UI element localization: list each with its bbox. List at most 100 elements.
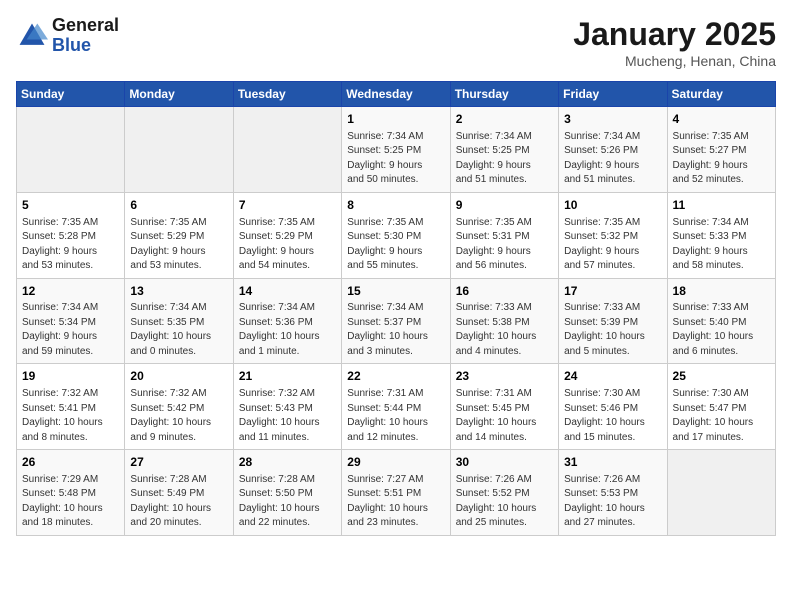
day-info: Sunrise: 7:28 AM Sunset: 5:50 PM Dayligh…: [239, 473, 336, 531]
calendar-week-3: 12Sunrise: 7:34 AM Sunset: 5:34 PM Dayli…: [17, 278, 776, 364]
day-info: Sunrise: 7:35 AM Sunset: 5:28 PM Dayligh…: [22, 216, 119, 274]
day-number: 10: [564, 197, 661, 214]
logo-line1: General: [52, 15, 119, 35]
day-info: Sunrise: 7:32 AM Sunset: 5:43 PM Dayligh…: [239, 387, 336, 445]
day-info: Sunrise: 7:34 AM Sunset: 5:25 PM Dayligh…: [456, 130, 553, 188]
day-number: 4: [673, 111, 770, 128]
calendar-cell: 12Sunrise: 7:34 AM Sunset: 5:34 PM Dayli…: [17, 278, 125, 364]
calendar-cell: 18Sunrise: 7:33 AM Sunset: 5:40 PM Dayli…: [667, 278, 775, 364]
calendar-cell: 20Sunrise: 7:32 AM Sunset: 5:42 PM Dayli…: [125, 364, 233, 450]
day-number: 26: [22, 454, 119, 471]
day-header-wednesday: Wednesday: [342, 82, 450, 107]
day-number: 30: [456, 454, 553, 471]
day-info: Sunrise: 7:31 AM Sunset: 5:44 PM Dayligh…: [347, 387, 444, 445]
calendar-cell: 23Sunrise: 7:31 AM Sunset: 5:45 PM Dayli…: [450, 364, 558, 450]
day-info: Sunrise: 7:30 AM Sunset: 5:47 PM Dayligh…: [673, 387, 770, 445]
day-info: Sunrise: 7:34 AM Sunset: 5:33 PM Dayligh…: [673, 216, 770, 274]
day-info: Sunrise: 7:35 AM Sunset: 5:27 PM Dayligh…: [673, 130, 770, 188]
location: Mucheng, Henan, China: [573, 53, 776, 69]
day-header-sunday: Sunday: [17, 82, 125, 107]
day-info: Sunrise: 7:35 AM Sunset: 5:29 PM Dayligh…: [130, 216, 227, 274]
calendar-cell: 21 Sunrise: 7:32 AM Sunset: 5:43 PM Dayli…: [233, 364, 341, 450]
calendar-cell: 14Sunrise: 7:34 AM Sunset: 5:36 PM Dayli…: [233, 278, 341, 364]
day-info: Sunrise: 7:34 AM Sunset: 5:37 PM Dayligh…: [347, 301, 444, 359]
day-header-tuesday: Tuesday: [233, 82, 341, 107]
calendar-cell: 8Sunrise: 7:35 AM Sunset: 5:30 PM Daylig…: [342, 192, 450, 278]
day-number: 24: [564, 368, 661, 385]
day-header-saturday: Saturday: [667, 82, 775, 107]
day-number: 12: [22, 283, 119, 300]
calendar-cell: 30 Sunrise: 7:26 AM Sunset: 5:52 PM Dayli…: [450, 450, 558, 536]
day-number: 9: [456, 197, 553, 214]
day-header-friday: Friday: [559, 82, 667, 107]
day-number: 15: [347, 283, 444, 300]
day-info: Sunrise: 7:32 AM Sunset: 5:42 PM Dayligh…: [130, 387, 227, 445]
day-info: Sunrise: 7:33 AM Sunset: 5:39 PM Dayligh…: [564, 301, 661, 359]
page-header: General Blue January 2025 Mucheng, Henan…: [16, 16, 776, 69]
calendar-cell: 6 Sunrise: 7:35 AM Sunset: 5:29 PM Daylig…: [125, 192, 233, 278]
day-header-thursday: Thursday: [450, 82, 558, 107]
day-info: Sunrise: 7:33 AM Sunset: 5:38 PM Dayligh…: [456, 301, 553, 359]
day-info: Sunrise: 7:34 AM Sunset: 5:26 PM Dayligh…: [564, 130, 661, 188]
calendar-cell: 1Sunrise: 7:34 AM Sunset: 5:25 PM Daylig…: [342, 107, 450, 193]
day-info: Sunrise: 7:32 AM Sunset: 5:41 PM Dayligh…: [22, 387, 119, 445]
day-info: Sunrise: 7:29 AM Sunset: 5:48 PM Dayligh…: [22, 473, 119, 531]
calendar-cell: 11Sunrise: 7:34 AM Sunset: 5:33 PM Dayli…: [667, 192, 775, 278]
calendar-cell: 27Sunrise: 7:28 AM Sunset: 5:49 PM Dayli…: [125, 450, 233, 536]
calendar-cell: 16Sunrise: 7:33 AM Sunset: 5:38 PM Dayli…: [450, 278, 558, 364]
calendar-cell: 7Sunrise: 7:35 AM Sunset: 5:29 PM Daylig…: [233, 192, 341, 278]
calendar-week-1: 1Sunrise: 7:34 AM Sunset: 5:25 PM Daylig…: [17, 107, 776, 193]
day-number: 14: [239, 283, 336, 300]
calendar-week-5: 26 Sunrise: 7:29 AM Sunset: 5:48 PM Dayli…: [17, 450, 776, 536]
calendar-cell: 22 Sunrise: 7:31 AM Sunset: 5:44 PM Dayli…: [342, 364, 450, 450]
day-number: 3: [564, 111, 661, 128]
logo-line2: Blue: [52, 35, 91, 55]
calendar-cell: 2 Sunrise: 7:34 AM Sunset: 5:25 PM Daylig…: [450, 107, 558, 193]
day-info: Sunrise: 7:27 AM Sunset: 5:51 PM Dayligh…: [347, 473, 444, 531]
logo-icon: [16, 20, 48, 52]
day-info: Sunrise: 7:34 AM Sunset: 5:36 PM Dayligh…: [239, 301, 336, 359]
calendar-cell: 4 Sunrise: 7:35 AM Sunset: 5:27 PM Daylig…: [667, 107, 775, 193]
day-info: Sunrise: 7:33 AM Sunset: 5:40 PM Dayligh…: [673, 301, 770, 359]
calendar-cell: 31Sunrise: 7:26 AM Sunset: 5:53 PM Dayli…: [559, 450, 667, 536]
day-number: 16: [456, 283, 553, 300]
day-info: Sunrise: 7:28 AM Sunset: 5:49 PM Dayligh…: [130, 473, 227, 531]
logo: General Blue: [16, 16, 119, 56]
calendar-cell: 24 Sunrise: 7:30 AM Sunset: 5:46 PM Dayli…: [559, 364, 667, 450]
calendar-cell: 17Sunrise: 7:33 AM Sunset: 5:39 PM Dayli…: [559, 278, 667, 364]
day-number: 23: [456, 368, 553, 385]
calendar-cell: 29 Sunrise: 7:27 AM Sunset: 5:51 PM Dayli…: [342, 450, 450, 536]
day-number: 21: [239, 368, 336, 385]
day-header-monday: Monday: [125, 82, 233, 107]
day-info: Sunrise: 7:30 AM Sunset: 5:46 PM Dayligh…: [564, 387, 661, 445]
day-info: Sunrise: 7:35 AM Sunset: 5:29 PM Dayligh…: [239, 216, 336, 274]
calendar-cell: 15Sunrise: 7:34 AM Sunset: 5:37 PM Dayli…: [342, 278, 450, 364]
day-info: Sunrise: 7:26 AM Sunset: 5:53 PM Dayligh…: [564, 473, 661, 531]
calendar-cell: [233, 107, 341, 193]
day-number: 25: [673, 368, 770, 385]
day-number: 13: [130, 283, 227, 300]
calendar-cell: 5 Sunrise: 7:35 AM Sunset: 5:28 PM Daylig…: [17, 192, 125, 278]
calendar-week-2: 5 Sunrise: 7:35 AM Sunset: 5:28 PM Daylig…: [17, 192, 776, 278]
month-title: January 2025: [573, 16, 776, 53]
day-number: 22: [347, 368, 444, 385]
calendar-cell: 3 Sunrise: 7:34 AM Sunset: 5:26 PM Daylig…: [559, 107, 667, 193]
day-number: 5: [22, 197, 119, 214]
calendar-cell: 10 Sunrise: 7:35 AM Sunset: 5:32 PM Dayli…: [559, 192, 667, 278]
day-info: Sunrise: 7:34 AM Sunset: 5:34 PM Dayligh…: [22, 301, 119, 359]
calendar-cell: 26 Sunrise: 7:29 AM Sunset: 5:48 PM Dayli…: [17, 450, 125, 536]
day-info: Sunrise: 7:35 AM Sunset: 5:32 PM Dayligh…: [564, 216, 661, 274]
day-number: 29: [347, 454, 444, 471]
day-info: Sunrise: 7:26 AM Sunset: 5:52 PM Dayligh…: [456, 473, 553, 531]
day-number: 8: [347, 197, 444, 214]
calendar-header-row: SundayMondayTuesdayWednesdayThursdayFrid…: [17, 82, 776, 107]
day-info: Sunrise: 7:34 AM Sunset: 5:25 PM Dayligh…: [347, 130, 444, 188]
calendar-table: SundayMondayTuesdayWednesdayThursdayFrid…: [16, 81, 776, 536]
day-number: 6: [130, 197, 227, 214]
day-number: 2: [456, 111, 553, 128]
day-info: Sunrise: 7:35 AM Sunset: 5:31 PM Dayligh…: [456, 216, 553, 274]
day-info: Sunrise: 7:34 AM Sunset: 5:35 PM Dayligh…: [130, 301, 227, 359]
day-number: 18: [673, 283, 770, 300]
calendar-cell: [667, 450, 775, 536]
calendar-cell: [17, 107, 125, 193]
